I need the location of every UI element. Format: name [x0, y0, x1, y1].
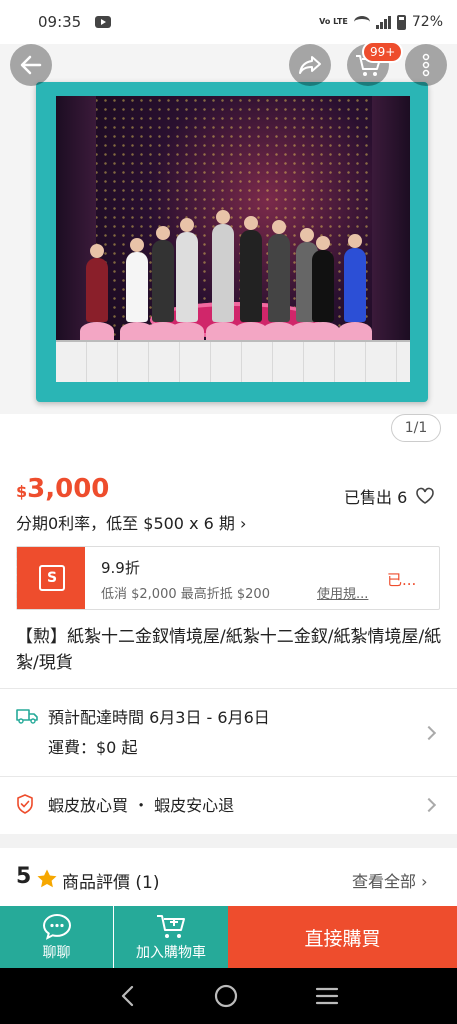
paper-figure [262, 220, 296, 340]
paper-figure [234, 216, 268, 340]
paper-figure [120, 238, 154, 340]
shipping-fee: 運費：$0 起 [48, 738, 138, 757]
system-navigation-bar [0, 968, 457, 1024]
rating-score: 5 [16, 864, 32, 889]
more-options-button[interactable] [405, 44, 447, 86]
price-value: 3,000 [27, 474, 110, 504]
add-to-cart-icon [157, 915, 185, 938]
chat-bubble-icon [42, 913, 71, 940]
add-to-cart-button[interactable]: 加入購物車 [114, 906, 228, 968]
guarantee-text: 蝦皮放心買 ・ 蝦皮安心退 [48, 796, 235, 815]
battery-icon [396, 14, 406, 30]
bottom-action-bar: 聊聊 加入購物車 直接購買 [0, 906, 457, 968]
voucher-title: 9.9折 [101, 559, 140, 577]
reviews-row[interactable]: 5 商品評價 (1) 查看全部 › [16, 864, 442, 896]
diorama-floor [56, 340, 410, 382]
paper-figure [146, 226, 180, 340]
truck-icon [16, 709, 38, 724]
battery-level: 72% [411, 14, 443, 30]
nav-recents-icon[interactable] [315, 986, 339, 1006]
heart-icon[interactable] [415, 487, 435, 505]
reviews-label: 商品評價 (1) [62, 873, 160, 893]
product-image[interactable] [0, 44, 457, 414]
shopee-bag-icon: S [39, 565, 65, 591]
share-button[interactable] [289, 44, 331, 86]
delivery-estimate: 預計配達時間 6月3日 - 6月6日 [48, 708, 270, 727]
more-vertical-icon [422, 53, 430, 77]
signal-icon [375, 15, 391, 29]
paper-figure [170, 218, 204, 340]
sold-count: 已售出 6 [344, 484, 435, 508]
chevron-right-icon [421, 797, 437, 813]
arrow-left-icon [20, 55, 42, 75]
voucher-card[interactable]: S 9.9折 低消 $2,000 最高折抵 $200 使用規... 已... [13, 546, 440, 610]
nav-back-icon[interactable] [118, 985, 138, 1007]
volte-label: Vo LTE [319, 17, 348, 26]
add-to-cart-label: 加入購物車 [136, 945, 206, 961]
voucher-description: 低消 $2,000 最高折抵 $200 [101, 587, 270, 602]
paper-figure [306, 236, 340, 340]
paper-figure [80, 244, 114, 340]
paper-figure [206, 210, 240, 340]
status-bar: 09:35 Vo LTE 72% [0, 0, 457, 44]
product-title: 【勲】紙紮十二金釵情境屋/紙紮十二金釵/紙紮情境屋/紙紮/現貨 [16, 627, 442, 673]
delivery-row[interactable]: 預計配達時間 6月3日 - 6月6日 運費：$0 起 [16, 702, 442, 764]
youtube-notification-icon [95, 16, 112, 28]
installment-info[interactable]: 分期0利率，低至 $500 x 6 期 › [16, 510, 246, 534]
currency-symbol: $ [16, 482, 28, 501]
sold-label: 已售出 6 [344, 488, 408, 507]
voucher-claim-button[interactable]: 已... [387, 569, 416, 590]
buy-now-button[interactable]: 直接購買 [228, 906, 457, 968]
chevron-right-icon [421, 725, 437, 741]
voucher-terms-link[interactable]: 使用規... [317, 583, 368, 602]
wifi-icon [353, 16, 370, 28]
shield-check-icon [17, 794, 33, 814]
cart-count-badge: 99+ [362, 41, 404, 63]
status-icons: Vo LTE 72% [319, 14, 443, 30]
voucher-stub: S [13, 547, 85, 609]
see-all-reviews-link[interactable]: 查看全部 › [352, 868, 428, 892]
guarantee-row[interactable]: 蝦皮放心買 ・ 蝦皮安心退 [16, 790, 442, 820]
paper-figure [338, 234, 372, 340]
share-icon [299, 56, 321, 74]
chat-label: 聊聊 [42, 945, 71, 961]
chat-button[interactable]: 聊聊 [0, 906, 113, 968]
star-icon [37, 869, 57, 888]
back-button[interactable] [10, 44, 52, 86]
nav-home-icon[interactable] [214, 984, 238, 1008]
status-time: 09:35 [38, 13, 82, 31]
image-counter: 1/1 [391, 414, 441, 442]
product-price: $3,000 [16, 474, 109, 504]
